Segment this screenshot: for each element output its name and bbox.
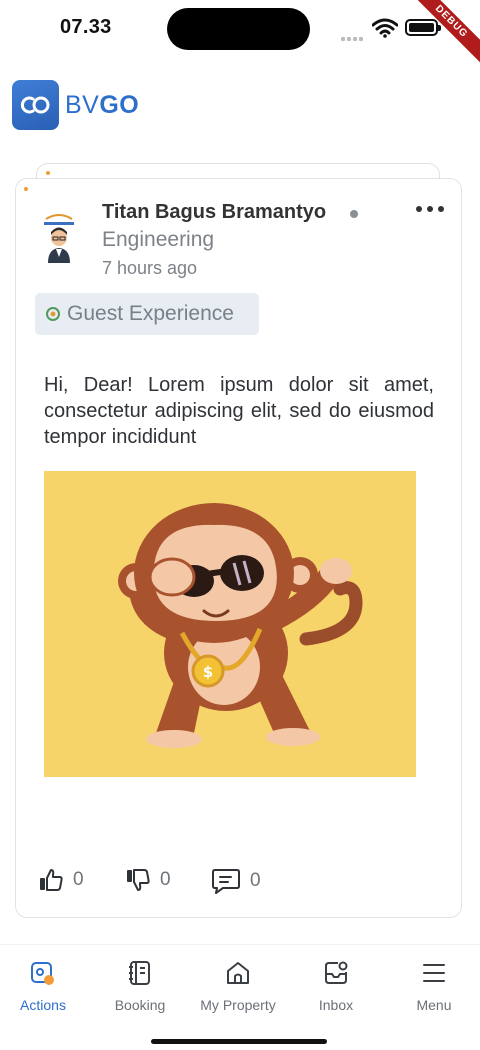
dislike-button[interactable]: 0 <box>125 867 171 893</box>
unread-dot <box>46 171 50 175</box>
like-button[interactable]: 0 <box>38 867 84 893</box>
nav-label-actions: Actions <box>20 997 66 1013</box>
dislike-count: 0 <box>160 869 171 890</box>
property-logo-icon <box>46 307 60 321</box>
nav-label-booking: Booking <box>114 997 166 1013</box>
post-card[interactable]: Titan Bagus Bramantyo Engineering 7 hour… <box>15 178 462 918</box>
brand-light: BV <box>65 91 100 119</box>
author-name[interactable]: Titan Bagus Bramantyo <box>102 201 326 224</box>
status-time: 07.33 <box>60 16 112 38</box>
nav-item-menu[interactable]: Menu <box>386 957 480 1017</box>
app-logo <box>12 80 59 130</box>
unread-dot <box>24 187 28 191</box>
home-indicator[interactable] <box>151 1039 327 1044</box>
brand-bold: GO <box>99 91 140 119</box>
booking-icon <box>92 957 188 989</box>
comment-count: 0 <box>250 870 261 891</box>
nav-label-menu: Menu <box>416 997 452 1013</box>
thumbs-up-icon <box>40 869 63 891</box>
comment-button[interactable]: 0 <box>211 867 261 895</box>
avatar[interactable] <box>40 213 78 265</box>
tag-label: Guest Experience <box>67 302 234 325</box>
app-name: BVGO <box>65 91 139 120</box>
nav-item-inbox[interactable]: Inbox <box>288 957 384 1017</box>
svg-text:$: $ <box>203 663 213 681</box>
inbox-icon <box>288 957 384 989</box>
more-options-icon[interactable] <box>416 206 444 216</box>
author-department: Engineering <box>102 228 215 251</box>
bottom-navigation: Actions Booking My Property Inbox Menu <box>0 944 480 1050</box>
actions-icon <box>0 957 91 989</box>
cellular-signal-icon <box>341 28 365 46</box>
post-timestamp: 7 hours ago <box>102 258 198 278</box>
status-bar: 07.33 DEBUG <box>0 0 480 67</box>
nav-item-my-property[interactable]: My Property <box>190 957 286 1017</box>
comment-icon <box>212 869 240 894</box>
thumbs-down-icon <box>127 869 150 891</box>
nav-label-inbox: Inbox <box>318 997 354 1013</box>
home-icon <box>190 957 286 989</box>
post-image[interactable]: $ <box>44 471 416 777</box>
battery-icon <box>405 19 441 36</box>
like-count: 0 <box>73 869 84 890</box>
post-body: Hi, Dear! Lorem ipsum dolor sit amet, co… <box>44 374 434 448</box>
tag-chip[interactable]: Guest Experience <box>35 293 259 335</box>
nav-item-booking[interactable]: Booking <box>92 957 188 1017</box>
dynamic-island <box>167 8 310 50</box>
menu-icon <box>386 957 480 989</box>
status-dot <box>350 210 358 218</box>
nav-label-my-property: My Property <box>200 997 276 1013</box>
wifi-icon <box>371 18 399 43</box>
nav-item-actions[interactable]: Actions <box>0 957 91 1017</box>
